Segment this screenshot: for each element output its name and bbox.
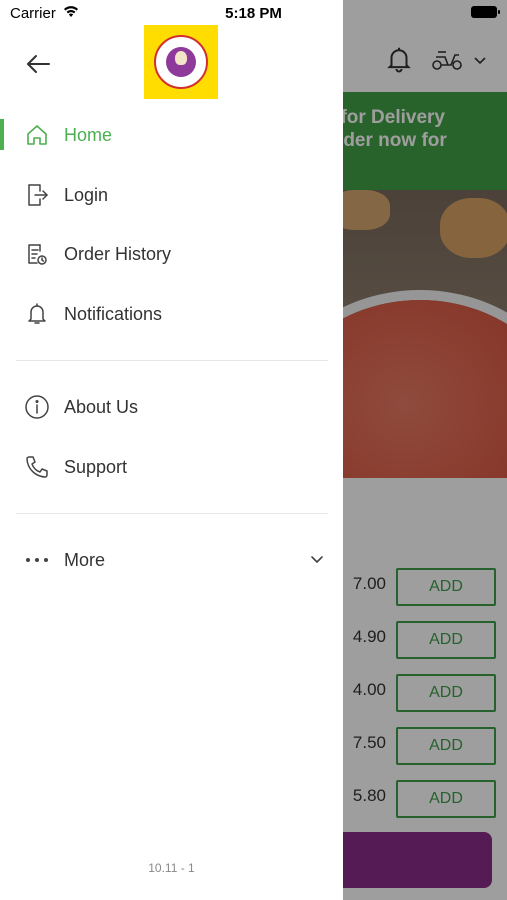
menu-item-more[interactable]: More xyxy=(0,536,343,584)
menu-item-about-us[interactable]: About Us xyxy=(0,383,343,431)
back-button[interactable] xyxy=(20,48,56,80)
info-icon xyxy=(24,394,50,420)
home-icon xyxy=(24,122,50,148)
menu-item-support[interactable]: Support xyxy=(0,443,343,491)
menu-label: Support xyxy=(64,456,128,477)
menu-label: Login xyxy=(64,184,109,205)
chevron-down-icon xyxy=(308,551,326,569)
navigation-drawer: Home Login Order History Notifications A… xyxy=(0,0,343,900)
menu-divider xyxy=(16,360,328,361)
status-bar: Carrier 5:18 PM xyxy=(0,0,507,28)
menu-label: Home xyxy=(64,124,113,145)
arrow-left-icon xyxy=(27,55,50,73)
menu-item-notifications[interactable]: Notifications xyxy=(0,290,343,338)
status-time: 5:18 PM xyxy=(225,5,282,22)
menu-divider xyxy=(16,513,328,514)
menu-item-order-history[interactable]: Order History xyxy=(0,230,343,278)
menu-item-home[interactable]: Home xyxy=(0,111,343,159)
order-history-icon xyxy=(24,241,50,267)
menu-label: Order History xyxy=(64,243,172,264)
bell-icon xyxy=(24,301,50,327)
menu-item-login[interactable]: Login xyxy=(0,171,343,219)
menu-label: More xyxy=(64,549,106,570)
restaurant-logo xyxy=(144,25,218,99)
app-version: 10.11 - 1 xyxy=(148,861,195,875)
more-dots-icon xyxy=(24,547,50,573)
logo-emblem xyxy=(154,35,208,89)
menu-label: About Us xyxy=(64,396,139,417)
menu-label: Notifications xyxy=(64,303,163,324)
battery-icon xyxy=(471,6,500,18)
login-icon xyxy=(24,182,50,208)
phone-icon xyxy=(24,454,50,480)
